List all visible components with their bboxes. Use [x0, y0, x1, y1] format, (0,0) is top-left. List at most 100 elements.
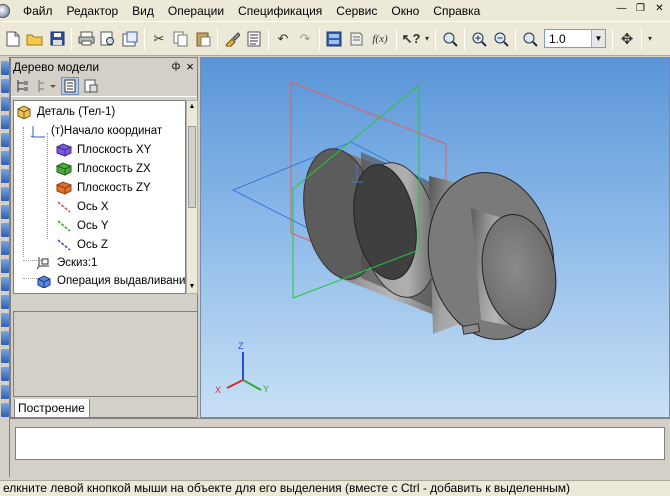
toolbar-separator	[319, 27, 320, 50]
tool-icon[interactable]	[1, 403, 9, 417]
scroll-down-icon[interactable]: ▼	[187, 281, 197, 293]
tool-icon[interactable]	[1, 313, 9, 327]
tab-construction[interactable]: Построение	[14, 399, 90, 418]
tool-icon[interactable]	[1, 259, 9, 273]
close-icon[interactable]: ×	[183, 59, 197, 74]
tree-item-axis-y[interactable]: Ось Y	[56, 217, 109, 235]
toolbar-overflow-icon[interactable]: ▾	[423, 28, 431, 50]
compact-toolbar	[0, 57, 10, 477]
menu-help[interactable]: Справка	[426, 1, 487, 21]
cut-icon[interactable]: ✂	[149, 28, 169, 50]
tool-icon[interactable]	[1, 349, 9, 363]
zoom-scale-select[interactable]: 1.0 ▼	[544, 29, 606, 48]
axis-z-icon	[57, 239, 71, 251]
model-scene: Z Y X	[215, 81, 557, 395]
open-folder-icon[interactable]	[25, 28, 45, 50]
tree-view-mode-icon[interactable]	[34, 77, 58, 95]
toolbar-separator	[268, 27, 269, 50]
restore-icon[interactable]: ❐	[632, 2, 649, 18]
tree-item-part[interactable]: Деталь (Тел-1)	[16, 103, 115, 121]
save-icon[interactable]	[47, 28, 67, 50]
window-controls: — ❐ ✕	[613, 2, 668, 18]
print-icon[interactable]	[76, 28, 96, 50]
tree-item-label: Плоскость XY	[77, 144, 152, 156]
tool-icon[interactable]	[1, 169, 9, 183]
pin-icon[interactable]: ф	[169, 61, 183, 72]
menu-editor[interactable]: Редактор	[60, 1, 126, 21]
toolbar-separator	[515, 27, 516, 50]
model-tree[interactable]: Деталь (Тел-1) (т)Начало координат Плоск…	[13, 100, 186, 294]
plane-zy-icon	[56, 181, 72, 195]
format-brush-icon[interactable]	[222, 28, 242, 50]
tree-line	[47, 133, 48, 239]
properties-panel[interactable]	[15, 427, 665, 460]
zoom-window-icon[interactable]	[440, 28, 460, 50]
menu-file[interactable]: Файл	[16, 1, 60, 21]
tree-detail-icon[interactable]	[82, 77, 100, 95]
tree-item-label: (т)Начало координат	[51, 125, 163, 137]
tree-item-origin[interactable]: (т)Начало координат	[30, 122, 162, 140]
tool-icon[interactable]	[1, 61, 9, 75]
menu-specification[interactable]: Спецификация	[231, 1, 329, 21]
redo-icon[interactable]: ↷	[295, 28, 315, 50]
new-document-icon[interactable]	[3, 28, 23, 50]
triad-y-label: Y	[263, 384, 269, 394]
status-bar: елкните левой кнопкой мыши на объекте дл…	[0, 480, 670, 496]
tool-icon[interactable]	[1, 115, 9, 129]
pan-icon[interactable]: ✥	[617, 28, 637, 50]
properties-icon[interactable]	[120, 28, 140, 50]
tool-icon[interactable]	[1, 187, 9, 201]
tool-icon[interactable]	[1, 367, 9, 381]
tree-item-axis-z[interactable]: Ось Z	[56, 236, 108, 254]
tool-icon[interactable]	[1, 295, 9, 309]
paste-icon[interactable]	[193, 28, 213, 50]
context-help-icon[interactable]: ↖?	[401, 28, 421, 50]
chevron-down-icon[interactable]: ▼	[591, 30, 605, 47]
menu-view[interactable]: Вид	[125, 1, 161, 21]
tree-item-sketch[interactable]: Эскиз:1	[36, 254, 97, 272]
tree-item-extrude[interactable]: Операция выдавливания	[36, 272, 185, 290]
tool-icon[interactable]	[1, 205, 9, 219]
zoom-scale-icon[interactable]	[520, 28, 540, 50]
fx-button[interactable]: f(x)	[368, 28, 392, 50]
tree-item-plane-zx[interactable]: Плоскость ZX	[56, 160, 151, 178]
scroll-thumb[interactable]	[188, 126, 196, 208]
library-icon[interactable]	[346, 28, 366, 50]
tool-icon[interactable]	[1, 385, 9, 399]
zoom-out-icon[interactable]	[491, 28, 511, 50]
tool-icon[interactable]	[1, 151, 9, 165]
tool-icon[interactable]	[1, 97, 9, 111]
undo-icon[interactable]: ↶	[273, 28, 293, 50]
tree-item-plane-zy[interactable]: Плоскость ZY	[56, 179, 151, 197]
menu-window[interactable]: Окно	[384, 1, 426, 21]
copy-icon[interactable]	[171, 28, 191, 50]
zoom-in-icon[interactable]	[469, 28, 489, 50]
tree-item-label: Эскиз:1	[57, 257, 98, 269]
tool-icon[interactable]	[1, 133, 9, 147]
scroll-up-icon[interactable]: ▲	[187, 101, 197, 113]
toolbar-overflow-icon[interactable]: ▾	[646, 28, 654, 50]
toolbar-separator	[396, 27, 397, 50]
minimize-icon[interactable]: —	[613, 2, 630, 18]
triad-x-label: X	[215, 385, 221, 395]
menu-service[interactable]: Сервис	[329, 1, 384, 21]
tree-structure-icon[interactable]	[13, 77, 31, 95]
tree-item-axis-x[interactable]: Ось X	[56, 198, 109, 216]
model-viewport[interactable]: Z Y X	[200, 57, 670, 418]
tree-item-label: Ось X	[77, 201, 109, 213]
tool-icon[interactable]	[1, 223, 9, 237]
tool-icon[interactable]	[1, 79, 9, 93]
tree-scrollbar[interactable]: ▲ ▼	[186, 100, 198, 294]
app-icon[interactable]	[0, 3, 10, 18]
print-preview-icon[interactable]	[98, 28, 118, 50]
tool-icon[interactable]	[1, 331, 9, 345]
tool-icon[interactable]	[1, 277, 9, 291]
variables-icon[interactable]	[244, 28, 264, 50]
tree-item-plane-xy[interactable]: Плоскость XY	[56, 141, 151, 159]
plane-zx-icon	[56, 162, 72, 176]
tree-list-icon[interactable]	[61, 76, 79, 95]
menu-operations[interactable]: Операции	[161, 1, 231, 21]
close-icon[interactable]: ✕	[651, 2, 668, 18]
manager-icon[interactable]	[324, 28, 344, 50]
tool-icon[interactable]	[1, 241, 9, 255]
